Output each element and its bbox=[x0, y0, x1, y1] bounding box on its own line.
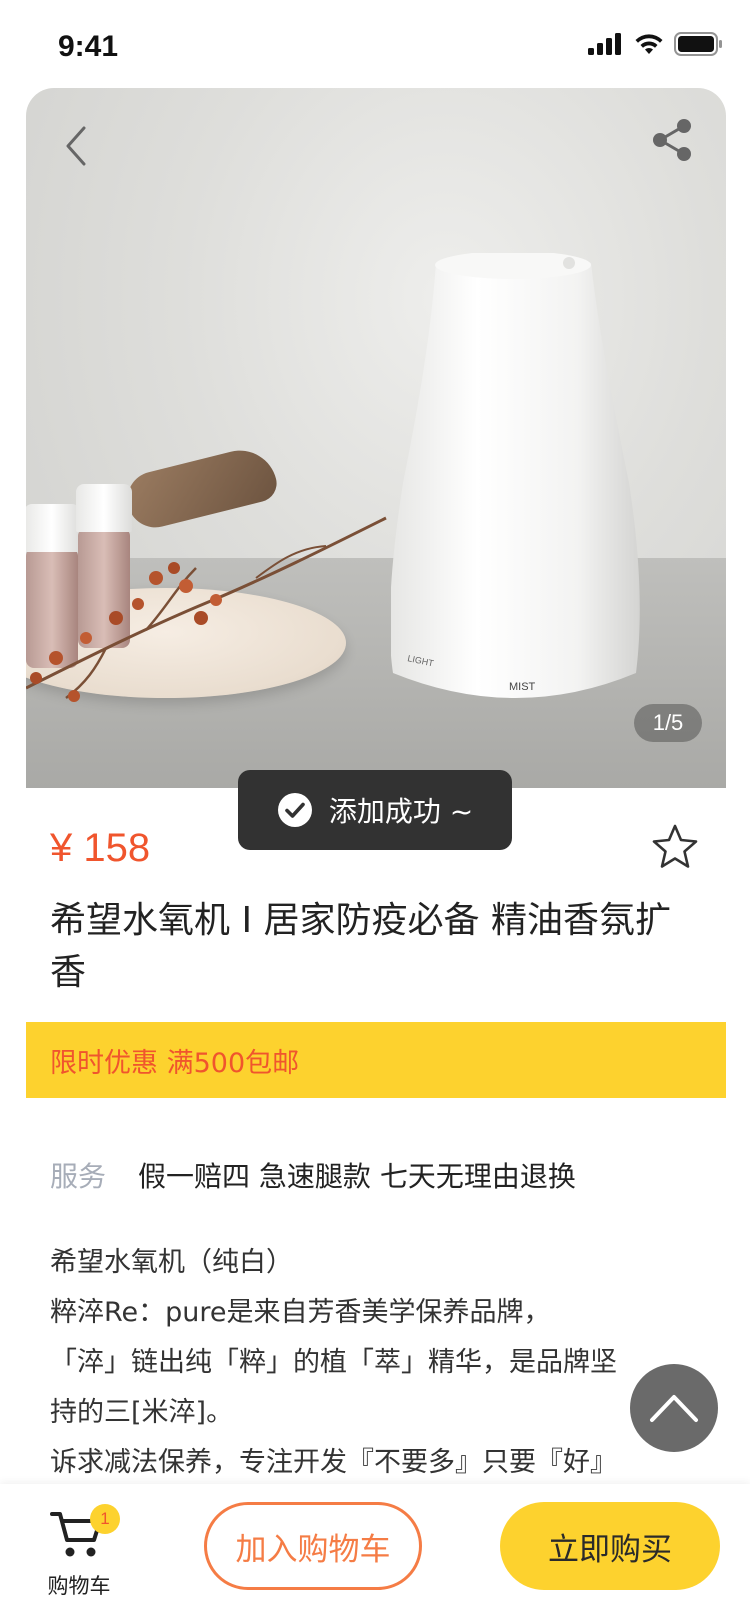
cart-badge: 1 bbox=[90, 1504, 120, 1534]
chevron-up-icon bbox=[650, 1395, 698, 1422]
favorite-button[interactable] bbox=[650, 822, 700, 872]
product-price: ¥ 158 bbox=[50, 826, 151, 870]
description-line: 持的三[米淬]。 bbox=[50, 1397, 234, 1428]
status-bar: 9:41 bbox=[0, 0, 750, 88]
promo-banner: 限时优惠 满500包邮 bbox=[26, 1022, 726, 1098]
service-text: 假一赔四 急速腿款 七天无理由退换 bbox=[138, 1160, 576, 1193]
battery-icon bbox=[674, 32, 722, 56]
service-label: 服务 bbox=[50, 1160, 107, 1193]
description-line: 「淬」链出纯「粹」的植「萃」精华，是品牌坚 bbox=[50, 1347, 617, 1378]
svg-text:MIST: MIST bbox=[509, 681, 536, 693]
description-line: 粹淬Re：pure是来自芳香美学保养品牌， bbox=[50, 1297, 551, 1328]
toast-text: 添加成功 ~ bbox=[328, 795, 474, 828]
bottom-action-bar: 1 购物车 加入购物车 立即购买 bbox=[0, 1484, 750, 1624]
check-circle-icon bbox=[277, 793, 312, 827]
scroll-to-top-button[interactable] bbox=[630, 1364, 718, 1452]
share-icon bbox=[653, 119, 691, 161]
cellular-signal-icon bbox=[588, 33, 621, 55]
buy-now-button[interactable]: 立即购买 bbox=[500, 1502, 720, 1590]
chevron-left-icon bbox=[66, 126, 86, 166]
description-line: 希望水氧机（纯白） bbox=[50, 1247, 293, 1278]
status-time: 9:41 bbox=[58, 30, 119, 63]
product-description: 希望水氧机（纯白） 粹淬Re：pure是来自芳香美学保养品牌， 「淬」链出纯「粹… bbox=[50, 1238, 710, 1478]
success-toast: 添加成功 ~ bbox=[238, 770, 512, 850]
star-outline-icon bbox=[652, 824, 698, 868]
description-line: 诉求减法保养，专注开发『不要多』只要『好』 bbox=[50, 1447, 617, 1478]
cart-tab[interactable]: 1 购物车 bbox=[36, 1504, 122, 1604]
product-title: 希望水氧机 I 居家防疫必备 精油香氛扩香 bbox=[50, 900, 671, 993]
back-button[interactable] bbox=[54, 122, 102, 170]
add-to-cart-button[interactable]: 加入购物车 bbox=[204, 1502, 422, 1590]
status-icons bbox=[588, 32, 722, 56]
cart-label: 购物车 bbox=[47, 1574, 111, 1598]
product-photo-diffuser: MIST LIGHT bbox=[391, 253, 640, 698]
share-button[interactable] bbox=[650, 118, 694, 162]
wifi-icon bbox=[635, 34, 663, 54]
promo-text: 限时优惠 满500包邮 bbox=[50, 1047, 300, 1079]
image-page-indicator: 1/5 bbox=[634, 704, 702, 742]
product-image-carousel[interactable]: MIST LIGHT 1/5 bbox=[26, 88, 726, 788]
product-photo-branch bbox=[26, 516, 387, 702]
service-row[interactable]: 服务 假一赔四 急速腿款 七天无理由退换 bbox=[50, 1155, 576, 1195]
